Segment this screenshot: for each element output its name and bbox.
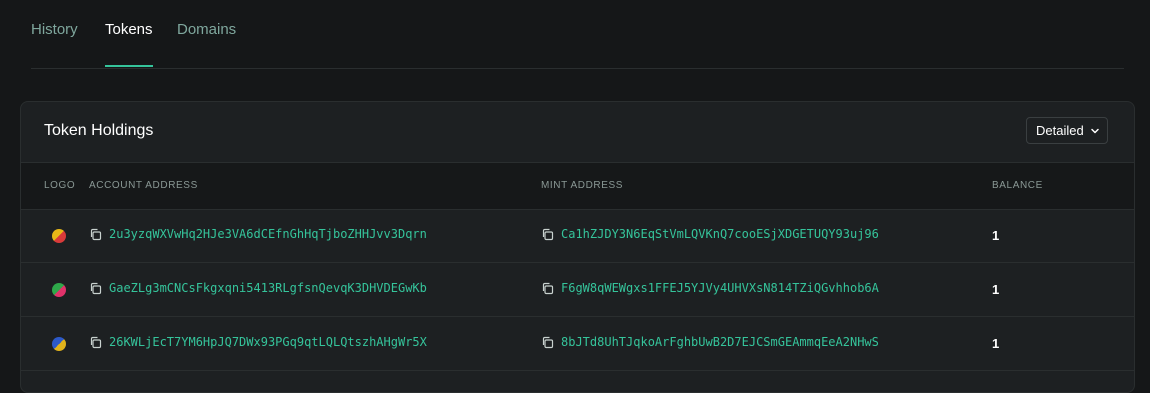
tab-domains[interactable]: Domains	[177, 21, 236, 38]
table-row: GaeZLg3mCNCsFkgxqni5413RLgfsnQevqK3DHVDE…	[21, 263, 1134, 317]
mint-address[interactable]: 8bJTd8UhTJqkoArFghbUwB2D7EJCSmGEAmmqEeA2…	[541, 335, 879, 349]
copy-icon[interactable]	[89, 282, 102, 295]
table-row: 26KWLjEcT7YM6HpJQ7DWx93PGq9qtLQLQtszhAHg…	[21, 317, 1134, 371]
tab-history[interactable]: History	[31, 21, 78, 38]
mint-address-text[interactable]: 8bJTd8UhTJqkoArFghbUwB2D7EJCSmGEAmmqEeA2…	[561, 335, 879, 349]
table-row: 2u3yzqWXVwHq2HJe3VA6dCEfnGhHqTjboZHHJvv3…	[21, 209, 1134, 263]
copy-icon[interactable]	[89, 228, 102, 241]
mint-address[interactable]: F6gW8qWEWgxs1FFEJ5YJVy4UHVXsN814TZiQGvhh…	[541, 281, 879, 295]
token-balance: 1	[992, 228, 1000, 243]
mint-address-text[interactable]: Ca1hZJDY3N6EqStVmLQVKnQ7cooESjXDGETUQY93…	[561, 227, 879, 241]
card-title: Token Holdings	[44, 122, 154, 139]
tab-tokens[interactable]: Tokens	[105, 21, 153, 38]
copy-icon[interactable]	[541, 282, 554, 295]
token-logo	[52, 283, 66, 297]
copy-icon[interactable]	[541, 336, 554, 349]
account-address[interactable]: GaeZLg3mCNCsFkgxqni5413RLgfsnQevqK3DHVDE…	[89, 281, 427, 295]
token-holdings-card: Token Holdings Detailed LOGO ACCOUNT ADD…	[20, 101, 1135, 393]
token-balance: 1	[992, 336, 1000, 351]
copy-icon[interactable]	[89, 336, 102, 349]
account-address-text[interactable]: 26KWLjEcT7YM6HpJQ7DWx93PGq9qtLQLQtszhAHg…	[109, 335, 427, 349]
header-logo: LOGO	[44, 180, 76, 191]
account-address-text[interactable]: GaeZLg3mCNCsFkgxqni5413RLgfsnQevqK3DHVDE…	[109, 281, 427, 295]
tab-bar: History Tokens Domains	[31, 0, 1124, 69]
mint-address[interactable]: Ca1hZJDY3N6EqStVmLQVKnQ7cooESjXDGETUQY93…	[541, 227, 879, 241]
copy-icon[interactable]	[541, 228, 554, 241]
header-balance: BALANCE	[992, 180, 1043, 191]
chevron-down-icon	[1090, 128, 1099, 133]
view-mode-select[interactable]: Detailed	[1026, 117, 1108, 144]
token-logo	[52, 337, 66, 351]
active-tab-indicator	[105, 65, 153, 67]
mint-address-text[interactable]: F6gW8qWEWgxs1FFEJ5YJVy4UHVXsN814TZiQGvhh…	[561, 281, 879, 295]
token-logo	[52, 229, 66, 243]
header-account-address: ACCOUNT ADDRESS	[89, 180, 198, 191]
account-address-text[interactable]: 2u3yzqWXVwHq2HJe3VA6dCEfnGhHqTjboZHHJvv3…	[109, 227, 427, 241]
table-header: LOGO ACCOUNT ADDRESS MINT ADDRESS BALANC…	[21, 162, 1134, 210]
header-mint-address: MINT ADDRESS	[541, 180, 624, 191]
account-address[interactable]: 26KWLjEcT7YM6HpJQ7DWx93PGq9qtLQLQtszhAHg…	[89, 335, 427, 349]
account-address[interactable]: 2u3yzqWXVwHq2HJe3VA6dCEfnGhHqTjboZHHJvv3…	[89, 227, 427, 241]
view-mode-value: Detailed	[1036, 123, 1084, 138]
token-balance: 1	[992, 282, 1000, 297]
